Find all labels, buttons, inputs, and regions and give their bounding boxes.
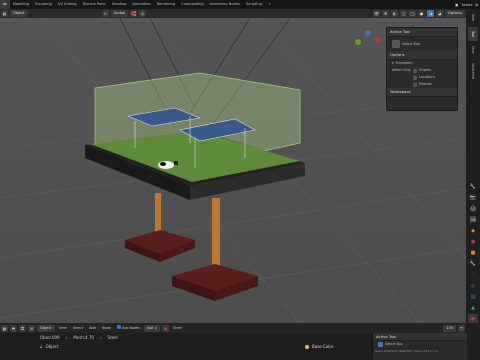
base-color-label: Base Color xyxy=(312,344,334,349)
tab-animation[interactable]: Animation xyxy=(129,0,153,9)
affect-only-label: Affect Only xyxy=(392,68,411,72)
tab-scripting[interactable]: Scripting xyxy=(243,0,265,9)
tab-shading[interactable]: Shading xyxy=(109,0,130,9)
locations-label: Locations xyxy=(419,75,436,79)
options-header[interactable]: Options xyxy=(387,51,457,60)
select-box-icon[interactable] xyxy=(392,40,400,48)
material-name[interactable]: Steel xyxy=(171,325,184,331)
add-workspace-button[interactable]: + xyxy=(265,0,274,9)
object-icon[interactable]: ■ xyxy=(468,248,478,257)
parents-checkbox[interactable] xyxy=(413,82,417,87)
tab-layout[interactable]: ut xyxy=(0,0,10,9)
tool-tab[interactable]: Tool xyxy=(468,27,478,41)
parents-label: Parents xyxy=(419,82,432,86)
object-mode-label: Object xyxy=(45,344,59,349)
right-toolbar: Item Tool View Sketchfab 🔧 📷 🖨 🖼 ◆ ● ■ 🔧… xyxy=(466,9,480,360)
sidebar-n-panel: Active Tool Select Box Options ▾ Transfo… xyxy=(386,27,458,111)
node-editor-header: ▦ ◓ ⧉ ⊞ Object View Select Add Node Use … xyxy=(0,323,466,333)
pin-icon[interactable]: ⊞ xyxy=(28,324,35,332)
editor-type-icon-2[interactable]: ▦ xyxy=(1,324,8,332)
navigation-gizmo[interactable] xyxy=(355,30,381,45)
active-tool-header[interactable]: Active Tool xyxy=(387,28,457,37)
tab-rendering[interactable]: Rendering xyxy=(154,0,178,9)
options-dropdown[interactable]: Options xyxy=(445,10,465,17)
transform-label: Transform xyxy=(395,61,413,65)
shader-type-icon[interactable]: ◓ xyxy=(10,324,17,332)
editor-type-icon[interactable]: ▦ xyxy=(1,10,8,17)
chevron-right-icon-2: › xyxy=(99,335,102,340)
workspace-header[interactable]: Workspace xyxy=(387,88,457,97)
transform-pivot-icon[interactable]: ⊙ xyxy=(101,10,109,17)
data-icon[interactable]: ▲ xyxy=(468,303,478,312)
world-icon[interactable]: ● xyxy=(468,237,478,246)
origins-label: Origins xyxy=(418,68,431,72)
tab-uv-editing[interactable]: UV Editing xyxy=(55,0,80,9)
snap-icon[interactable]: 🧲 xyxy=(130,10,138,17)
select-box-icon-2[interactable] xyxy=(378,342,383,347)
chevron-right-icon: › xyxy=(65,335,68,340)
menu-view[interactable]: View xyxy=(57,325,69,331)
particles-icon[interactable]: ∴ xyxy=(468,270,478,279)
tool-properties-icon[interactable]: 🔧 xyxy=(468,182,478,191)
constraints-icon[interactable]: ⛓ xyxy=(468,292,478,301)
material-crumb[interactable]: Steel xyxy=(108,335,118,340)
tab-texture-paint[interactable]: Texture Paint xyxy=(80,0,109,9)
tab-geometry-nodes[interactable]: Geometry Nodes xyxy=(207,0,243,9)
frame-field[interactable]: 139 xyxy=(443,324,456,332)
mesh-crumb[interactable]: Mesh.4.70 xyxy=(73,335,94,340)
chevron-down-icon: ▾ xyxy=(392,61,394,65)
view-layer-icon[interactable]: 🖼 xyxy=(468,215,478,224)
stats-text: Scene Collection | Obed.009 | Verts:234,… xyxy=(375,350,439,353)
locations-checkbox[interactable] xyxy=(413,75,417,80)
fake-user-icon[interactable]: ⛉ xyxy=(458,324,465,332)
node-active-tool-panel: Active Tool Select Box Scene Collection … xyxy=(372,333,467,360)
menu-add[interactable]: Add xyxy=(87,325,98,331)
scene-icon[interactable]: ◆ xyxy=(468,226,478,235)
render-icon[interactable]: 📷 xyxy=(468,193,478,202)
tab-modeling[interactable]: Modeling xyxy=(10,0,32,9)
gizmo-icon[interactable]: ✥ xyxy=(382,10,390,17)
shading-material-icon[interactable]: ◑ xyxy=(427,10,435,17)
orientation-select[interactable]: Global xyxy=(110,10,129,17)
tab-sculpting[interactable]: Sculpting xyxy=(32,0,55,9)
node-select-box-label: Select Box xyxy=(385,342,403,346)
shading-wire-icon[interactable]: ◯ xyxy=(409,10,417,17)
view-layer-icon[interactable]: ⧉ xyxy=(475,3,478,7)
xray-icon[interactable]: ▢ xyxy=(400,10,408,17)
modifier-icon[interactable]: 🔧 xyxy=(468,259,478,268)
select-box-label: Select Box xyxy=(402,41,420,46)
scene-name[interactable]: Scene xyxy=(461,3,472,7)
proportional-edit-icon[interactable]: ◎ xyxy=(139,10,147,17)
transform-row[interactable]: ▾ Transform xyxy=(387,60,457,67)
physics-icon[interactable]: ◎ xyxy=(468,281,478,290)
menu-node[interactable]: Node xyxy=(100,325,113,331)
node-active-tool-header[interactable]: Active Tool xyxy=(373,333,467,341)
object-select[interactable]: Object xyxy=(37,324,55,332)
socket-icon xyxy=(305,344,309,349)
table-legs xyxy=(125,193,258,301)
shading-rendered-icon[interactable]: ◕ xyxy=(436,10,444,17)
material-icon[interactable]: ● xyxy=(468,314,478,323)
item-tab[interactable]: Item xyxy=(468,11,478,25)
overlay-icon[interactable]: ◐ xyxy=(391,10,399,17)
scene-icon[interactable]: ▣ xyxy=(455,3,458,7)
tab-compositing[interactable]: Compositing xyxy=(178,0,207,9)
use-nodes-toggle[interactable]: Use Nodes xyxy=(115,325,142,331)
output-icon[interactable]: 🖨 xyxy=(468,204,478,213)
menu-select[interactable]: Select xyxy=(71,325,85,331)
slot-icon[interactable]: ⧉ xyxy=(19,324,26,332)
view-tab[interactable]: View xyxy=(468,43,478,57)
mouse-icon: ⌂ xyxy=(40,344,43,349)
origins-checkbox[interactable] xyxy=(412,68,417,73)
material-sphere-icon[interactable]: ● xyxy=(162,324,170,332)
mode-select[interactable]: Object xyxy=(10,10,28,17)
sketchfab-tab[interactable]: Sketchfab xyxy=(468,59,478,83)
slot-select[interactable]: Slot 1 xyxy=(143,324,161,332)
object-crumb[interactable]: Obed.009 xyxy=(40,335,60,340)
shading-solid-icon[interactable]: ● xyxy=(418,10,426,17)
workspace-tabs-bar: ut Modeling Sculpting UV Editing Texture… xyxy=(0,0,480,9)
base-color-node[interactable]: Base Color xyxy=(305,344,333,349)
visibility-icon[interactable]: 👁 xyxy=(373,10,381,17)
